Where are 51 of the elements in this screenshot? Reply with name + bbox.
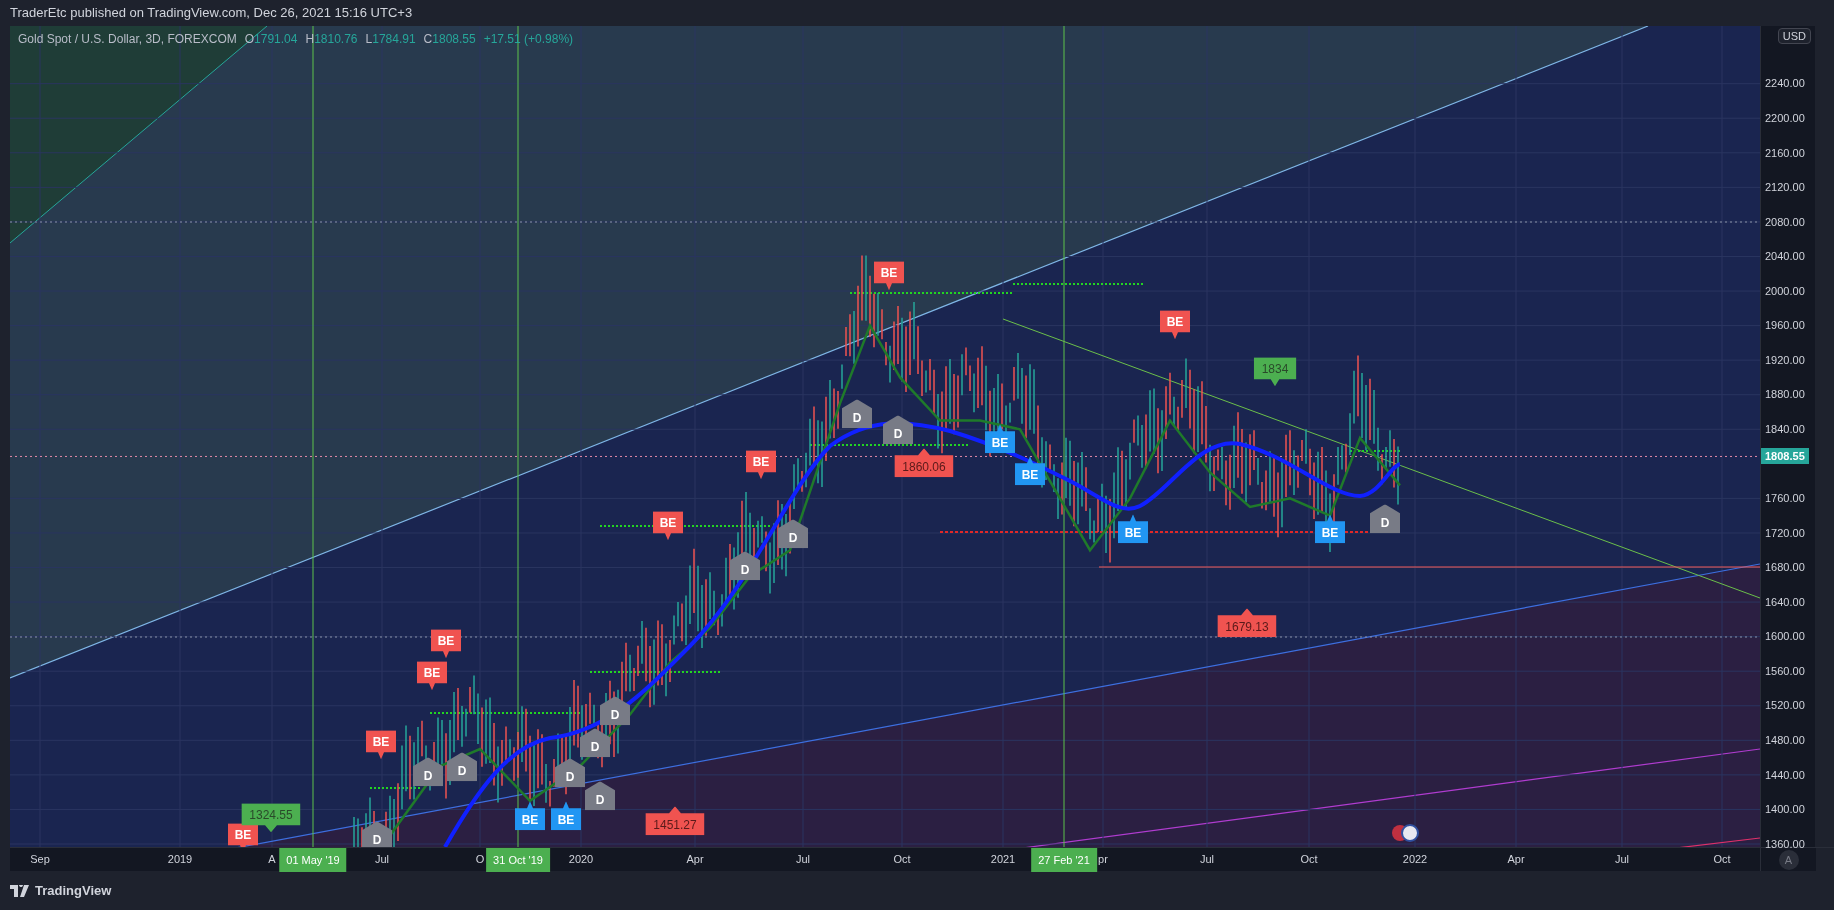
time-tick: 2019	[167, 852, 193, 865]
time-tick: O	[475, 852, 485, 865]
price-tick: 2120.00	[1765, 181, 1805, 194]
time-tick: Jul	[1614, 852, 1630, 865]
time-tick: Jul	[795, 852, 811, 865]
ohlc-value: O1791.04	[244, 31, 298, 46]
price-tick: 2080.00	[1765, 215, 1805, 228]
price-tick: 1880.00	[1765, 388, 1805, 401]
price-tick: 1720.00	[1765, 526, 1805, 539]
time-tick: Jul	[1199, 852, 1215, 865]
price-tick: 1480.00	[1765, 734, 1805, 746]
ohlc-value: C1808.55	[423, 31, 476, 46]
time-tick: Apr	[1507, 852, 1525, 865]
price-tick: 1840.00	[1765, 422, 1805, 435]
price-tick: 2160.00	[1765, 146, 1805, 159]
date-marker: 01 May '19	[279, 847, 347, 872]
time-tick: Oct	[1713, 852, 1731, 865]
price-tick: 1600.00	[1765, 630, 1805, 643]
price-tick: 1360.00	[1765, 837, 1805, 850]
time-tick: A	[268, 852, 276, 865]
price-tick: 1760.00	[1765, 492, 1805, 505]
price-tick: 2040.00	[1765, 250, 1805, 263]
time-tick: 2021	[990, 852, 1016, 865]
price-tick: 1920.00	[1765, 353, 1805, 366]
price-tick: 1400.00	[1765, 803, 1805, 816]
ohlc-value: L1784.91	[365, 31, 416, 46]
publisher-line: TraderEtc published on TradingView.com, Dec 26, 2021 15:16 UTC+3	[10, 5, 413, 21]
price-tick: 2200.00	[1765, 111, 1805, 124]
price-tick: 1960.00	[1765, 319, 1805, 332]
date-marker: 27 Feb '21	[1031, 847, 1097, 872]
symbol-title: Gold Spot / U.S. Dollar, 3D, FOREXCOM	[18, 31, 237, 46]
time-tick: 2022	[1402, 852, 1428, 865]
price-tick: 2000.00	[1765, 284, 1805, 297]
date-marker: 31 Oct '19	[486, 847, 550, 872]
time-tick: pr	[1098, 852, 1108, 865]
brand-name: TradingView	[35, 883, 112, 899]
price-tick: 1520.00	[1765, 699, 1805, 712]
last-price-tag: 1808.55	[1761, 448, 1809, 465]
price-tick: 1440.00	[1765, 768, 1805, 781]
price-tick: 1680.00	[1765, 561, 1805, 574]
time-tick: Apr	[686, 852, 704, 865]
time-tick: Oct	[893, 852, 911, 865]
ohlc-value: H1810.76	[305, 31, 358, 46]
time-tick: Sep	[30, 852, 50, 865]
price-tick: 1640.00	[1765, 595, 1805, 608]
price-tick: 1560.00	[1765, 664, 1805, 677]
price-tick: 2240.00	[1765, 77, 1805, 90]
time-tick: Jul	[374, 852, 390, 865]
time-tick: 2020	[568, 852, 594, 865]
time-tick: Oct	[1300, 852, 1318, 865]
currency-button[interactable]: USD	[1777, 27, 1811, 44]
